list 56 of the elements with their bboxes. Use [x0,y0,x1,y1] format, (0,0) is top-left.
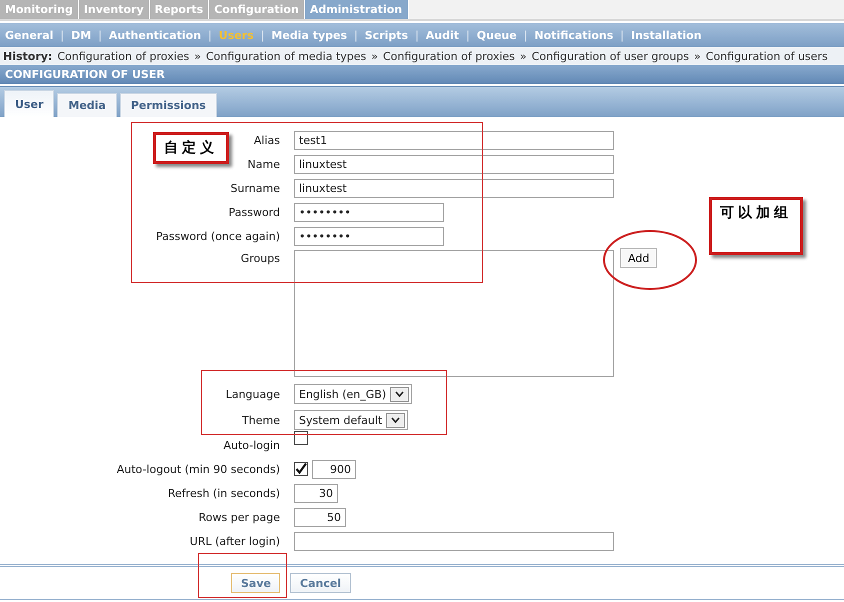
tab[interactable]: Permissions [120,93,217,117]
number-field[interactable]: 30 [294,484,338,502]
separator: | [60,28,64,42]
separator: | [208,28,212,42]
separator: | [415,28,419,42]
dropdown-caret-icon[interactable] [390,386,410,402]
form-button[interactable]: Cancel [290,573,352,593]
separator: | [98,28,102,42]
field-label: Auto-login [223,438,280,452]
separator: | [524,28,528,42]
field-label: Language [226,388,280,400]
separator: | [466,28,470,42]
select-field[interactable]: English (en_GB) [294,384,412,404]
history-link[interactable]: Configuration of user groups [532,50,690,62]
password-field[interactable]: •••••••• [294,202,444,222]
tab[interactable]: Media [57,93,117,117]
history-label: History: [3,50,52,62]
field-label: Alias [254,134,280,146]
field-label: Auto-logout (min 90 seconds) [116,462,280,476]
select-field[interactable]: System default [294,410,408,430]
form-button[interactable]: Save [231,573,280,593]
separator: » [520,50,527,62]
field-label: Password [228,206,280,218]
text-field[interactable] [294,532,614,550]
checkbox[interactable] [294,431,308,445]
field-label: Groups [240,252,280,265]
add-button[interactable]: Add [620,248,658,268]
text-field[interactable]: linuxtest [294,154,614,174]
text-field[interactable]: linuxtest [294,178,614,198]
separator: » [694,50,701,62]
password-field[interactable]: •••••••• [294,226,444,246]
annotation-note: 自定义 [153,132,229,164]
field-label: Theme [242,414,280,426]
field-label: URL (after login) [190,534,280,548]
separator: | [620,28,624,42]
separator: » [194,50,201,62]
number-field[interactable]: 900 [312,460,356,478]
annotation-note: 可以加组 [709,197,803,255]
tab[interactable]: User [4,90,54,117]
history-link[interactable]: Configuration of proxies [383,50,515,62]
number-field[interactable]: 50 [294,508,346,526]
page-title: CONFIGURATION OF USER [5,68,165,81]
history-link[interactable]: Configuration of media types [206,50,366,62]
separator: | [260,28,264,42]
field-label: Name [248,158,280,170]
text-field[interactable]: test1 [294,130,614,150]
dropdown-caret-icon[interactable] [386,412,406,428]
separator: | [354,28,358,42]
history-link[interactable]: Configuration of proxies [57,50,190,62]
field-label: Surname [230,182,280,194]
field-label: Password (once again) [156,230,280,242]
separator: » [371,50,378,62]
field-label: Refresh (in seconds) [168,486,280,500]
field-label: Rows per page [198,510,280,524]
history-link[interactable]: Configuration of users [706,50,828,62]
checkbox[interactable] [294,462,308,476]
